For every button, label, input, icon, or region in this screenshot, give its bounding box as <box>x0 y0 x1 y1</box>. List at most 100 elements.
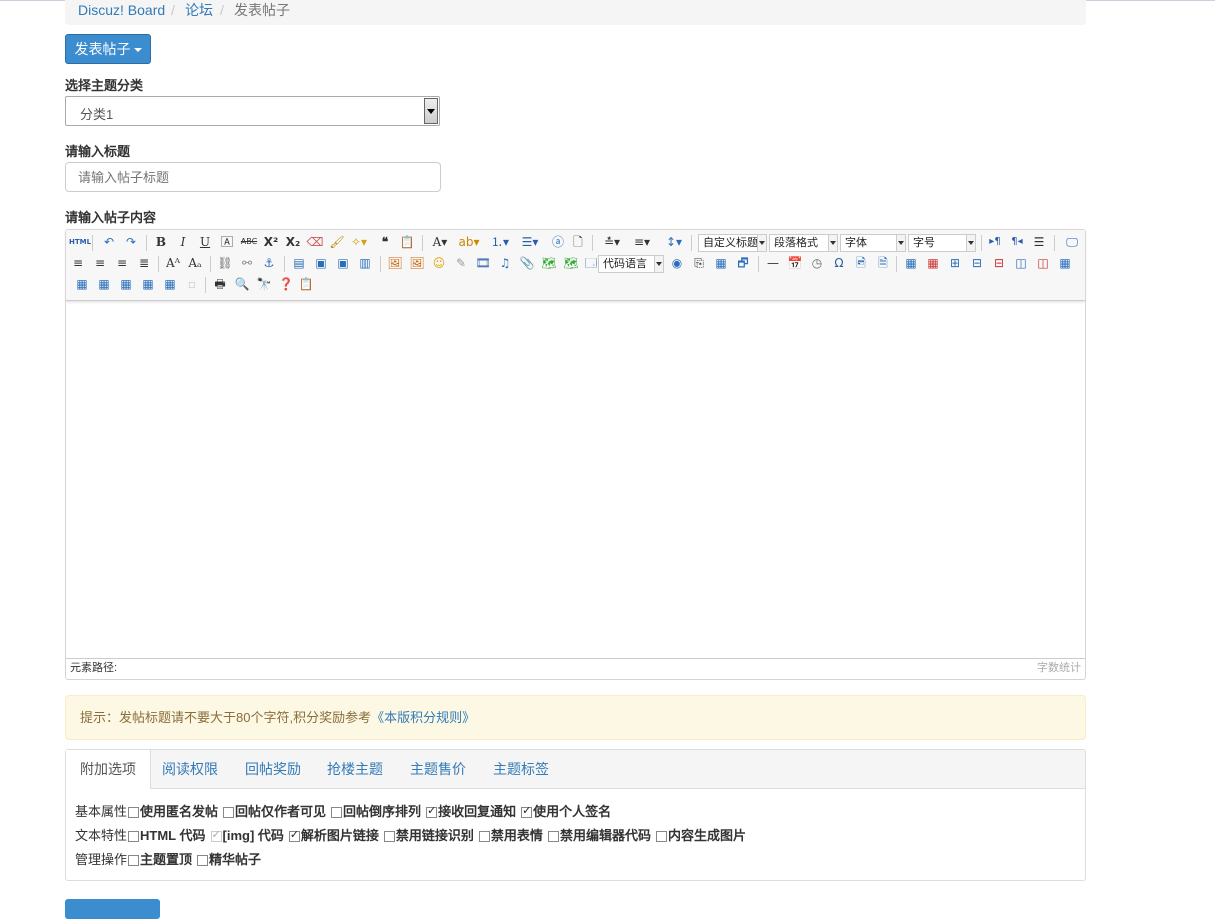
merge-right-icon[interactable]: ▦ <box>73 275 91 293</box>
select-all-icon[interactable]: ⓐ <box>549 233 567 251</box>
preview-icon[interactable]: 🔍 <box>233 275 251 293</box>
font-color-icon[interactable]: A▾ <box>428 233 452 251</box>
underline-icon[interactable]: U <box>196 233 214 251</box>
insert-row-icon[interactable]: ⊟ <box>968 254 986 272</box>
align-justify-icon[interactable]: ≣ <box>135 254 153 272</box>
superscript-icon[interactable]: X² <box>262 233 280 251</box>
auto-format-icon[interactable]: ✧▾ <box>350 233 368 251</box>
font-border-icon[interactable]: 🄰 <box>218 233 236 251</box>
rtl-direction-icon[interactable]: ¶◂ <box>1008 233 1026 251</box>
tab-thread-price[interactable]: 主题售价 <box>410 750 466 788</box>
insert-table-icon[interactable]: ▦ <box>902 254 920 272</box>
wordimage-icon[interactable]: 🖻 <box>852 254 870 272</box>
search-replace-icon[interactable]: 🔭 <box>255 275 273 293</box>
paste-plain-icon[interactable]: 📋 <box>398 233 416 251</box>
insert-paragraph-before-table-icon[interactable]: ⊞ <box>946 254 964 272</box>
pagebreak-insert-icon[interactable]: ⎘ <box>690 254 708 272</box>
image-center-icon[interactable]: ▥ <box>356 254 374 272</box>
help-icon[interactable]: ❓ <box>277 275 295 293</box>
chart-icon[interactable]: ▫ <box>183 275 201 293</box>
template-icon[interactable]: ▦ <box>712 254 730 272</box>
category-select[interactable]: 分类1 <box>65 96 440 126</box>
ordered-list-icon[interactable]: ⒈▾ <box>487 233 513 251</box>
unlink-icon[interactable]: ⚯ <box>238 254 256 272</box>
map-icon[interactable]: 🗺 <box>540 254 558 272</box>
strikethrough-icon[interactable]: ABC <box>240 233 258 251</box>
unordered-list-icon[interactable]: ☰▾ <box>517 233 543 251</box>
font-size-select[interactable]: 字号 <box>908 234 976 252</box>
anonymous-checkbox[interactable] <box>128 807 140 818</box>
dropdown-arrow-icon[interactable] <box>424 98 438 124</box>
tab-thread-tags[interactable]: 主题标签 <box>493 750 549 788</box>
tab-read-permission[interactable]: 阅读权限 <box>162 750 218 788</box>
use-signature-checkbox[interactable] <box>521 804 533 818</box>
drafts-icon[interactable]: 📋 <box>297 275 315 293</box>
post-type-dropdown-button[interactable]: 发表帖子 <box>65 34 151 64</box>
paragraph-select[interactable]: 段落格式 <box>769 234 838 252</box>
background-color-icon[interactable]: ab▾ <box>457 233 481 251</box>
breadcrumb-forum-link[interactable]: 论坛 <box>185 2 213 18</box>
tab-reply-reward[interactable]: 回帖奖励 <box>245 750 301 788</box>
html-source-icon[interactable]: HTML <box>69 233 91 251</box>
align-right-icon[interactable]: ≡ <box>113 254 131 272</box>
row-spacing-top-icon[interactable]: ≛▾ <box>599 233 625 251</box>
insert-image-icon[interactable]: 🖼 <box>386 254 404 272</box>
author-only-checkbox[interactable] <box>223 807 235 818</box>
sticky-checkbox[interactable] <box>128 855 140 866</box>
webapp-icon[interactable]: ◉ <box>668 254 686 272</box>
split-cols-icon[interactable]: ▦ <box>161 275 179 293</box>
clear-document-icon[interactable]: 🗋 <box>569 233 587 251</box>
split-rows-icon[interactable]: ▦ <box>139 275 157 293</box>
custom-title-select[interactable]: 自定义标题 <box>698 234 767 252</box>
align-center-icon[interactable]: ≡ <box>91 254 109 272</box>
font-family-select[interactable]: 字体 <box>840 234 906 252</box>
blockquote-icon[interactable]: ❝ <box>376 233 394 251</box>
italic-icon[interactable]: I <box>174 233 192 251</box>
credit-rules-link[interactable]: 《本版积分规则》 <box>371 710 475 725</box>
emotion-icon[interactable]: ☺ <box>430 254 448 272</box>
scrawl-icon[interactable]: ✎ <box>452 254 470 272</box>
parse-image-link-checkbox[interactable] <box>288 828 300 842</box>
subscript-icon[interactable]: X₂ <box>284 233 302 251</box>
pagebreak-icon[interactable]: ☰ <box>1030 233 1048 251</box>
insert-col-icon[interactable]: ◫ <box>1012 254 1030 272</box>
split-cells-icon[interactable]: ▦ <box>117 275 135 293</box>
title-input[interactable] <box>65 162 441 192</box>
music-icon[interactable]: ♫ <box>496 254 514 272</box>
disable-link-checkbox[interactable] <box>383 831 395 842</box>
video-icon[interactable]: 🎞 <box>474 254 492 272</box>
image-float-right-icon[interactable]: ▣ <box>334 254 352 272</box>
row-spacing-bottom-icon[interactable]: ≡▾ <box>629 233 655 251</box>
code-language-select[interactable]: 代码语言 <box>598 255 664 273</box>
horizontal-rule-icon[interactable]: — <box>764 254 782 272</box>
undo-icon[interactable]: ↶ <box>100 233 118 251</box>
bold-icon[interactable]: B <box>152 233 170 251</box>
delete-row-icon[interactable]: ⊟ <box>990 254 1008 272</box>
google-map-icon[interactable]: 🗺 <box>562 254 580 272</box>
lowercase-icon[interactable]: Aₐ <box>186 254 204 272</box>
image-float-none-icon[interactable]: ▤ <box>290 254 308 272</box>
date-icon[interactable]: 📅 <box>786 254 804 272</box>
breadcrumb-home-link[interactable]: Discuz! Board <box>78 2 165 18</box>
format-brush-icon[interactable]: 🖌 <box>328 233 346 251</box>
ltr-direction-icon[interactable]: ▸¶ <box>986 233 1004 251</box>
align-left-icon[interactable]: ≡ <box>69 254 87 272</box>
content-to-image-checkbox[interactable] <box>655 831 667 842</box>
anchor-icon[interactable]: ⚓ <box>260 254 278 272</box>
tab-rush-reply[interactable]: 抢楼主题 <box>327 750 383 788</box>
uppercase-icon[interactable]: Aᴬ <box>164 254 182 272</box>
print-icon[interactable]: 🖶 <box>211 275 229 293</box>
disable-editor-code-checkbox[interactable] <box>547 831 559 842</box>
line-height-icon[interactable]: ↕▾ <box>661 233 687 251</box>
reverse-order-checkbox[interactable] <box>331 807 343 818</box>
tab-extra-options[interactable]: 附加选项 <box>66 750 151 789</box>
time-icon[interactable]: ◷ <box>808 254 826 272</box>
multi-image-icon[interactable]: 🖼 <box>408 254 426 272</box>
fullscreen-icon[interactable]: 🖵 <box>1063 233 1081 251</box>
editor-content-area[interactable] <box>66 301 1085 659</box>
delete-table-icon[interactable]: ▦ <box>924 254 942 272</box>
redo-icon[interactable]: ↷ <box>122 233 140 251</box>
digest-checkbox[interactable] <box>197 855 209 866</box>
eraser-icon[interactable]: ⌫ <box>306 233 324 251</box>
submit-button[interactable] <box>65 899 160 919</box>
